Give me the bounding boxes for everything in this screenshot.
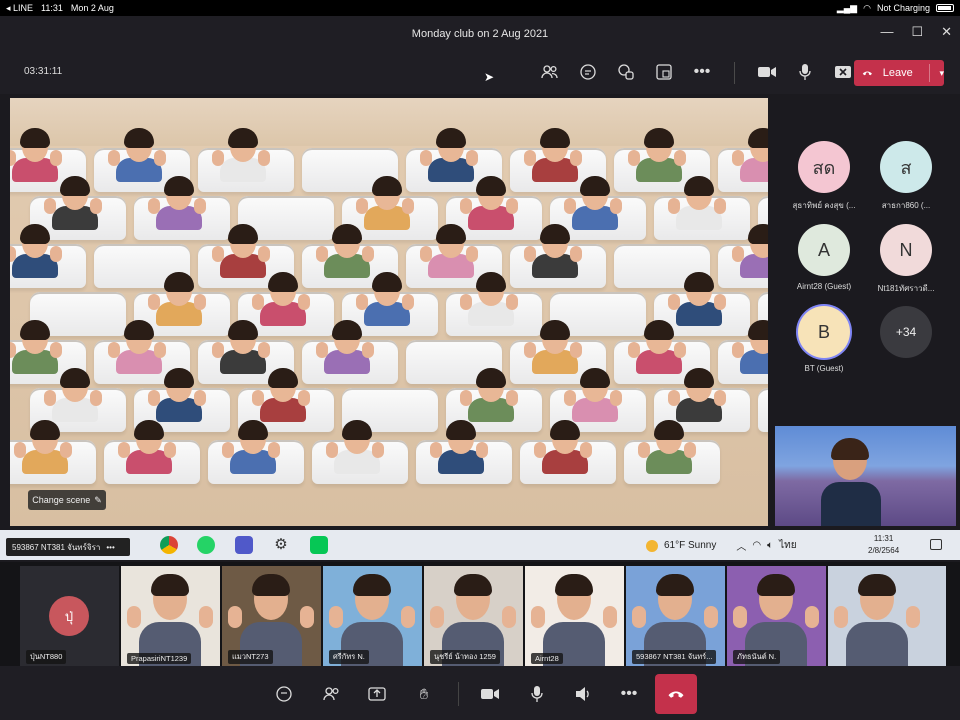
gallery-video-tile[interactable]: แมวNT273 bbox=[222, 566, 321, 666]
mouse-cursor-icon: ➤ bbox=[484, 70, 495, 84]
video-gallery-strip: ปุ่ปุ่นNT880 PrapasiriNT1239 แมวNT273 ศรีกั… bbox=[0, 562, 960, 666]
volume-icon[interactable]: 🔈︎ bbox=[767, 540, 773, 551]
network-icon[interactable]: ◠ bbox=[752, 540, 761, 551]
clock-time: 11:31 bbox=[873, 534, 894, 543]
leave-divider bbox=[928, 64, 930, 82]
tile-participant-name: Airnt28 bbox=[531, 653, 563, 664]
tray-expand-icon[interactable]: ︿ bbox=[736, 538, 746, 553]
participant-name: สาธกา860 (... bbox=[881, 201, 931, 210]
reactions-icon[interactable] bbox=[616, 62, 636, 82]
tile-participant-name: 593867 NT381 จันทร์... bbox=[632, 650, 717, 664]
teams-icon[interactable] bbox=[235, 536, 253, 554]
chevron-down-icon[interactable]: ▾ bbox=[939, 68, 944, 79]
participants-icon[interactable] bbox=[322, 684, 342, 704]
gallery-video-tile[interactable]: PrapasiriNT1239 bbox=[121, 566, 220, 666]
gallery-video-tile[interactable]: ศรีกัทร N. bbox=[323, 566, 422, 666]
together-mode-stage bbox=[10, 98, 768, 526]
meeting-title: Monday club on 2 Aug 2021 bbox=[411, 28, 549, 40]
language-indicator[interactable]: ไทย bbox=[779, 538, 796, 553]
hangup-phone-icon bbox=[668, 691, 684, 698]
close-icon[interactable]: ✕ bbox=[941, 24, 952, 40]
battery-icon bbox=[936, 4, 954, 12]
stop-share-icon[interactable] bbox=[833, 62, 853, 82]
taskbar-clock[interactable]: 11:31 2/8/2564 bbox=[868, 533, 899, 557]
participant-avatar[interactable]: B bbox=[798, 306, 850, 358]
taskbar-window-text: 593867 NT381 จันทร์จิรา bbox=[12, 542, 101, 552]
change-scene-button[interactable]: Change scene ✎ bbox=[28, 490, 106, 510]
meeting-timer: 03:31:11 bbox=[24, 66, 63, 77]
sun-icon bbox=[646, 539, 658, 552]
gallery-video-tile[interactable]: นุชรีย์ น้าทอง 1259 bbox=[424, 566, 523, 666]
pencil-icon: ✎ bbox=[94, 494, 102, 505]
maximize-icon[interactable]: ☐ bbox=[911, 24, 923, 40]
camera-icon[interactable] bbox=[757, 62, 777, 82]
window-title-bar: Monday club on 2 Aug 2021 — ☐ ✕ bbox=[0, 16, 960, 52]
signal-icon: ▂▄▆ bbox=[836, 2, 858, 13]
more-options-icon[interactable]: ••• bbox=[692, 62, 712, 82]
gallery-video-tile[interactable] bbox=[828, 566, 946, 666]
ios-status-bar: ◂ LINE 11:31 Mon 2 Aug ▂▄▆ ◠ Not Chargin… bbox=[0, 0, 960, 16]
raise-hand-icon[interactable]: ✋︎ bbox=[414, 684, 434, 704]
participant-avatar[interactable]: +34 bbox=[880, 306, 932, 358]
tile-participant-name: นุชรีย์ น้าทอง 1259 bbox=[430, 650, 500, 664]
back-app-label: LINE bbox=[13, 2, 34, 13]
leave-button[interactable]: Leave ▾ bbox=[854, 60, 944, 86]
microphone-icon[interactable] bbox=[795, 62, 815, 82]
meeting-toolbar: 03:31:11 ➤ ••• Leave ▾ bbox=[0, 52, 960, 94]
gallery-video-tile[interactable]: ปุ่ปุ่นNT880 bbox=[20, 566, 119, 666]
back-to-app-link[interactable]: ◂ LINE bbox=[6, 3, 33, 14]
share-screen-icon[interactable] bbox=[367, 684, 387, 704]
minimize-icon[interactable]: — bbox=[880, 24, 893, 40]
auditorium-seat bbox=[758, 388, 768, 432]
speaker-icon[interactable] bbox=[573, 684, 593, 704]
weather-text: 61°F Sunny bbox=[664, 540, 717, 551]
os-taskbar: 593867 NT381 จันทร์จิรา ••• ⚙ 61°F Sunny… bbox=[0, 530, 960, 560]
participant-name: Nt181ทัศราวดี... bbox=[877, 284, 935, 293]
camera-icon[interactable] bbox=[480, 684, 500, 704]
participants-icon[interactable] bbox=[540, 62, 560, 82]
clock-date: 2/8/2564 bbox=[868, 546, 900, 555]
chat-icon[interactable] bbox=[578, 62, 598, 82]
tile-participant-name: ศรีกัทร N. bbox=[329, 650, 369, 664]
whatsapp-icon[interactable] bbox=[197, 536, 215, 554]
more-options-icon[interactable]: ••• bbox=[619, 684, 639, 704]
battery-status-text: Not Charging bbox=[876, 3, 930, 13]
line-app-icon[interactable] bbox=[310, 536, 328, 554]
participant-avatar: ปุ่ bbox=[49, 596, 89, 636]
participant-avatar[interactable]: ส bbox=[880, 141, 932, 193]
system-tray: 61°F Sunny ︿ ◠ 🔈︎ ไทย bbox=[646, 538, 797, 553]
tile-participant-name: แมวNT273 bbox=[228, 650, 273, 664]
status-date: Mon 2 Aug bbox=[70, 2, 114, 13]
tile-participant-name: PrapasiriNT1239 bbox=[127, 653, 192, 664]
rooms-icon[interactable] bbox=[654, 62, 674, 82]
notifications-icon[interactable] bbox=[930, 539, 942, 550]
bottom-divider bbox=[458, 682, 459, 706]
hangup-phone-icon bbox=[862, 71, 872, 76]
more-icon: ••• bbox=[106, 542, 115, 552]
participant-avatar[interactable]: A bbox=[798, 224, 850, 276]
participant-name: BT (Guest) bbox=[804, 364, 844, 373]
hang-up-button[interactable] bbox=[655, 674, 697, 714]
leave-label: Leave bbox=[882, 67, 913, 79]
participant-avatar[interactable]: สด bbox=[798, 141, 850, 193]
settings-gear-icon[interactable]: ⚙ bbox=[272, 536, 290, 554]
chat-icon[interactable] bbox=[274, 684, 294, 704]
gallery-video-tile[interactable]: 593867 NT381 จันทร์... bbox=[626, 566, 725, 666]
change-scene-label: Change scene bbox=[32, 495, 91, 505]
self-view-video bbox=[775, 426, 956, 526]
participant-avatar[interactable]: N bbox=[880, 224, 932, 276]
taskbar-window-label[interactable]: 593867 NT381 จันทร์จิรา ••• bbox=[6, 538, 130, 556]
tile-participant-name: ภัทธนันต์ N. bbox=[733, 650, 781, 664]
status-time: 11:31 bbox=[41, 2, 63, 13]
toolbar-divider bbox=[734, 62, 735, 84]
microphone-icon[interactable] bbox=[527, 684, 547, 704]
self-view-person bbox=[821, 438, 881, 526]
gallery-video-tile[interactable]: Airnt28 bbox=[525, 566, 624, 666]
gallery-video-tile[interactable]: ภัทธนันต์ N. bbox=[727, 566, 826, 666]
wifi-icon: ◠ bbox=[863, 2, 871, 13]
tile-participant-name: ปุ่นNT880 bbox=[26, 650, 67, 664]
chrome-icon[interactable] bbox=[160, 536, 178, 554]
bottom-controls: ✋︎ ••• bbox=[0, 666, 960, 720]
